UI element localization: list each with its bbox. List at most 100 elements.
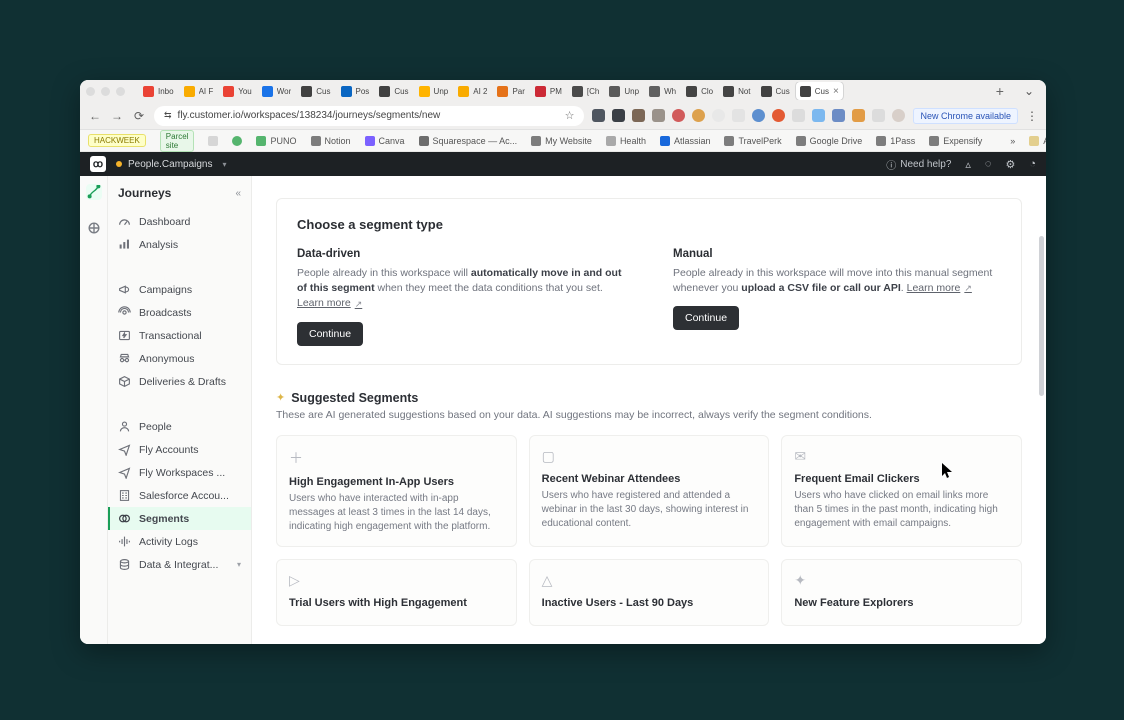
- browser-tab[interactable]: Unp: [415, 82, 453, 100]
- suggested-tile[interactable]: ✦New Feature Explorers: [781, 559, 1022, 626]
- account-icon[interactable]: ◔: [1029, 158, 1036, 170]
- bookmark-item[interactable]: PUNO: [256, 136, 296, 146]
- close-tab-icon[interactable]: ×: [833, 86, 839, 97]
- sidebar-item-data-integrat[interactable]: Data & Integrat...▾: [108, 553, 251, 576]
- site-settings-icon[interactable]: ⇆: [164, 110, 172, 121]
- bookmark-item[interactable]: Notion: [311, 136, 351, 146]
- suggested-tile[interactable]: ▷Trial Users with High Engagement: [276, 559, 517, 626]
- browser-tab[interactable]: PM: [531, 82, 566, 100]
- bookmark-item[interactable]: Health: [606, 136, 646, 146]
- learn-more-link[interactable]: Learn more↗: [907, 281, 972, 296]
- extension-icon[interactable]: [752, 109, 765, 122]
- browser-tab[interactable]: Cus: [297, 82, 334, 100]
- extension-icon[interactable]: [652, 109, 665, 122]
- browser-tab[interactable]: Cus: [375, 82, 412, 100]
- bookmark-hackweek[interactable]: HACKWEEK: [88, 134, 146, 147]
- extension-icon[interactable]: [672, 109, 685, 122]
- browser-tab[interactable]: Unp: [605, 82, 643, 100]
- extension-icon[interactable]: [832, 109, 845, 122]
- browser-tab[interactable]: Par: [493, 82, 528, 100]
- extension-icon[interactable]: [712, 109, 725, 122]
- extension-icon[interactable]: [852, 109, 865, 122]
- browser-tab[interactable]: Not: [719, 82, 754, 100]
- bookmarks-overflow[interactable]: »: [1010, 136, 1015, 146]
- extension-icon[interactable]: [592, 109, 605, 122]
- sidebar-item-people[interactable]: People: [108, 415, 251, 438]
- bookmark-item[interactable]: My Website: [531, 136, 592, 146]
- browser-tab[interactable]: Cus: [757, 82, 794, 100]
- bookmark-item[interactable]: [232, 136, 242, 146]
- sidebar-item-segments[interactable]: Segments: [108, 507, 251, 530]
- browser-tab[interactable]: AI 2: [454, 82, 491, 100]
- reload-button[interactable]: ⟳: [132, 109, 146, 123]
- browser-tab[interactable]: [Ch: [568, 82, 603, 100]
- sidebar-item-transactional[interactable]: Transactional: [108, 324, 251, 347]
- sidebar-item-broadcasts[interactable]: Broadcasts: [108, 301, 251, 324]
- sidebar-item-activity-logs[interactable]: Activity Logs: [108, 530, 251, 553]
- extension-icon[interactable]: [792, 109, 805, 122]
- browser-tab[interactable]: Clo: [682, 82, 717, 100]
- sidebar-collapse-icon[interactable]: «: [235, 188, 241, 199]
- suggested-tile[interactable]: ＋High Engagement In-App UsersUsers who h…: [276, 435, 517, 547]
- tab-overflow-button[interactable]: ⌄: [1018, 84, 1040, 98]
- notifications-icon[interactable]: ▵: [965, 158, 971, 171]
- extension-icon[interactable]: [692, 109, 705, 122]
- app-logo-icon[interactable]: ꝏ: [90, 156, 106, 172]
- extension-icon[interactable]: [812, 109, 825, 122]
- close-dot[interactable]: [86, 87, 95, 96]
- suggested-tile[interactable]: △Inactive Users - Last 90 Days: [529, 559, 770, 626]
- browser-tab[interactable]: Wor: [258, 82, 296, 100]
- bookmark-item[interactable]: Expensify: [929, 136, 982, 146]
- bookmark-item[interactable]: Squarespace — Ac...: [419, 136, 518, 146]
- rail-other-icon[interactable]: [86, 220, 102, 236]
- scrollbar[interactable]: [1039, 236, 1044, 396]
- bookmark-star-icon[interactable]: ☆: [565, 109, 575, 122]
- extension-icon[interactable]: [632, 109, 645, 122]
- sidebar-item-anonymous[interactable]: Anonymous: [108, 347, 251, 370]
- bookmark-item[interactable]: TravelPerk: [724, 136, 781, 146]
- browser-tab[interactable]: You: [219, 82, 256, 100]
- continue-button-data-driven[interactable]: Continue: [297, 322, 363, 346]
- profile-avatar-icon[interactable]: [892, 109, 905, 122]
- sidebar-item-salesforce-accou[interactable]: Salesforce Accou...: [108, 484, 251, 507]
- extension-icon[interactable]: [772, 109, 785, 122]
- extension-icon[interactable]: [612, 109, 625, 122]
- bookmark-item[interactable]: 1Pass: [876, 136, 915, 146]
- bookmark-apps[interactable]: [208, 136, 218, 146]
- zoom-dot[interactable]: [116, 87, 125, 96]
- forward-button[interactable]: →: [110, 109, 124, 123]
- suggested-tile[interactable]: ▢Recent Webinar AttendeesUsers who have …: [529, 435, 770, 547]
- sidebar-item-campaigns[interactable]: Campaigns: [108, 278, 251, 301]
- bookmark-parcel[interactable]: Parcel site: [160, 130, 195, 152]
- browser-tab[interactable]: Inbo: [139, 82, 178, 100]
- settings-icon[interactable]: ⚙: [1005, 158, 1015, 171]
- need-help-button[interactable]: ⓘ Need help?: [886, 157, 951, 172]
- extension-icon[interactable]: [732, 109, 745, 122]
- chat-icon[interactable]: ◌: [985, 158, 992, 170]
- rail-journeys-icon[interactable]: [86, 184, 102, 200]
- back-button[interactable]: ←: [88, 109, 102, 123]
- new-tab-button[interactable]: +: [990, 83, 1010, 99]
- sidebar-item-fly-workspaces[interactable]: Fly Workspaces ...: [108, 461, 251, 484]
- bookmark-item[interactable]: Atlassian: [660, 136, 711, 146]
- sidebar-item-dashboard[interactable]: Dashboard: [108, 210, 251, 233]
- browser-tab[interactable]: Pos: [337, 82, 374, 100]
- suggested-tile[interactable]: ✉Frequent Email ClickersUsers who have c…: [781, 435, 1022, 547]
- url-field[interactable]: ⇆ fly.customer.io/workspaces/138234/jour…: [154, 106, 584, 126]
- browser-tab[interactable]: AI F: [180, 82, 218, 100]
- sidebar-item-fly-accounts[interactable]: Fly Accounts: [108, 438, 251, 461]
- continue-button-manual[interactable]: Continue: [673, 306, 739, 330]
- minimize-dot[interactable]: [101, 87, 110, 96]
- all-bookmarks[interactable]: All Bookmarks: [1029, 136, 1046, 146]
- extensions-menu-icon[interactable]: [872, 109, 885, 122]
- learn-more-link[interactable]: Learn more↗: [297, 296, 362, 311]
- browser-tab[interactable]: Cus×: [796, 82, 843, 100]
- sidebar-item-deliveries-drafts[interactable]: Deliveries & Drafts: [108, 370, 251, 393]
- bookmark-item[interactable]: Canva: [365, 136, 405, 146]
- sidebar-item-analysis[interactable]: Analysis: [108, 233, 251, 256]
- browser-tab[interactable]: Wh: [645, 82, 680, 100]
- workspace-switcher[interactable]: People.Campaigns ▾: [116, 159, 227, 170]
- chrome-update-pill[interactable]: New Chrome available: [913, 108, 1018, 124]
- bookmark-item[interactable]: Google Drive: [796, 136, 863, 146]
- chrome-menu-button[interactable]: ⋮: [1026, 109, 1038, 123]
